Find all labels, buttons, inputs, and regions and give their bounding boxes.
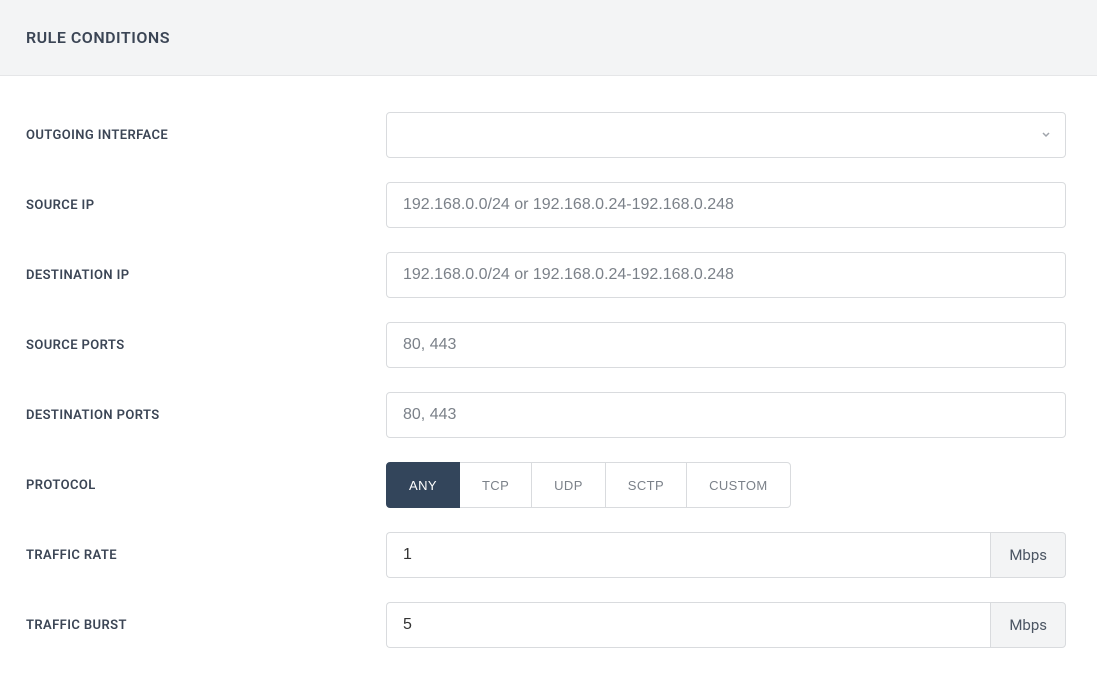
section-title: RULE CONDITIONS <box>26 28 1071 47</box>
protocol-option-any[interactable]: ANY <box>386 462 460 508</box>
label-traffic-burst: TRAFFIC BURST <box>26 618 386 633</box>
protocol-option-sctp[interactable]: SCTP <box>605 462 687 508</box>
label-traffic-rate: TRAFFIC RATE <box>26 548 386 563</box>
row-source-ports: SOURCE PORTS <box>26 322 1071 368</box>
protocol-option-udp[interactable]: UDP <box>531 462 606 508</box>
label-source-ports: SOURCE PORTS <box>26 338 386 353</box>
protocol-option-tcp[interactable]: TCP <box>459 462 532 508</box>
row-traffic-rate: TRAFFIC RATE Mbps <box>26 532 1071 578</box>
source-ip-input[interactable] <box>386 182 1066 228</box>
traffic-rate-unit: Mbps <box>990 532 1066 578</box>
traffic-burst-unit: Mbps <box>990 602 1066 648</box>
label-protocol: PROTOCOL <box>26 478 386 493</box>
traffic-rate-input[interactable] <box>386 532 990 578</box>
row-traffic-burst: TRAFFIC BURST Mbps <box>26 602 1071 648</box>
outgoing-interface-value[interactable] <box>386 112 1066 158</box>
label-destination-ip: DESTINATION IP <box>26 268 386 283</box>
form-container: OUTGOING INTERFACE SOURCE IP DESTINATION… <box>0 76 1097 692</box>
row-protocol: PROTOCOL ANY TCP UDP SCTP CUSTOM <box>26 462 1071 508</box>
label-source-ip: SOURCE IP <box>26 198 386 213</box>
label-destination-ports: DESTINATION PORTS <box>26 408 386 423</box>
row-outgoing-interface: OUTGOING INTERFACE <box>26 112 1071 158</box>
destination-ports-input[interactable] <box>386 392 1066 438</box>
destination-ip-input[interactable] <box>386 252 1066 298</box>
protocol-button-group: ANY TCP UDP SCTP CUSTOM <box>386 462 1066 508</box>
row-destination-ports: DESTINATION PORTS <box>26 392 1071 438</box>
row-destination-ip: DESTINATION IP <box>26 252 1071 298</box>
source-ports-input[interactable] <box>386 322 1066 368</box>
traffic-burst-input[interactable] <box>386 602 990 648</box>
outgoing-interface-select[interactable] <box>386 112 1066 158</box>
section-header: RULE CONDITIONS <box>0 0 1097 76</box>
label-outgoing-interface: OUTGOING INTERFACE <box>26 128 386 143</box>
row-source-ip: SOURCE IP <box>26 182 1071 228</box>
protocol-option-custom[interactable]: CUSTOM <box>686 462 791 508</box>
